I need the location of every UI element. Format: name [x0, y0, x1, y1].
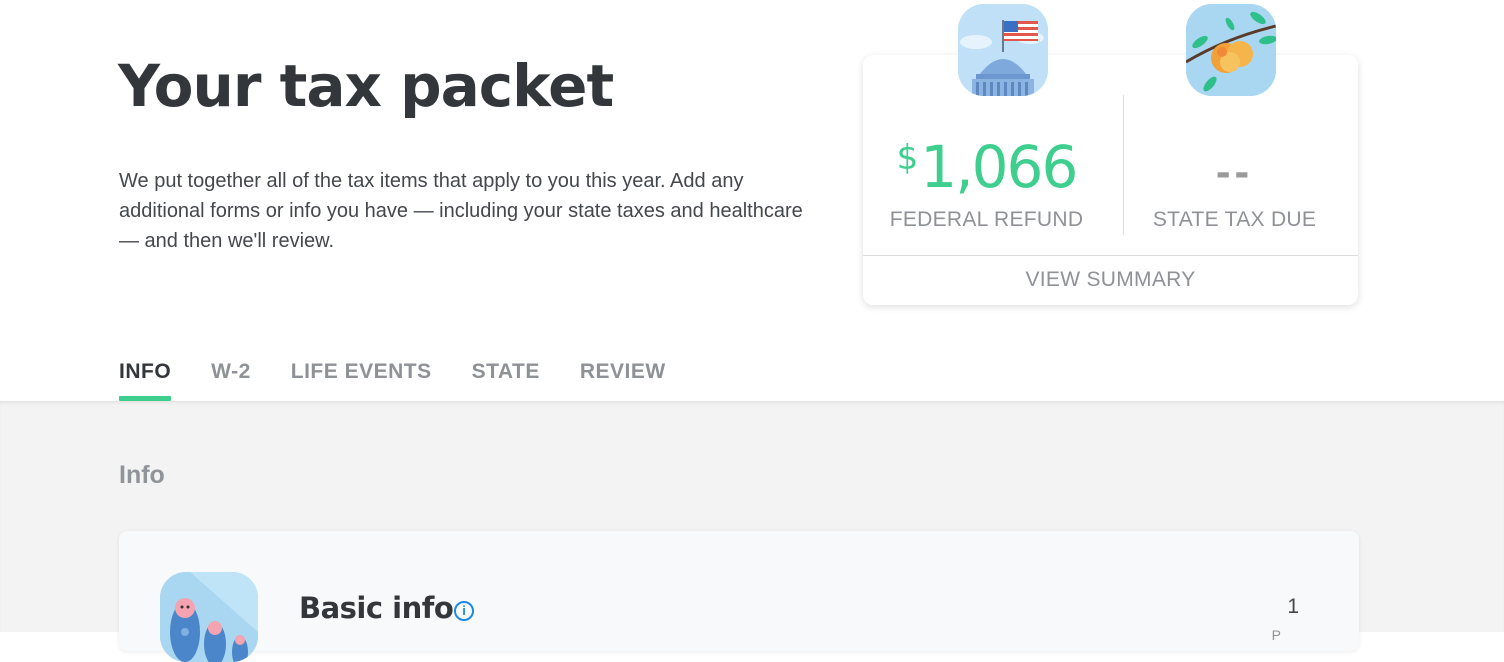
tab-state[interactable]: STATE [472, 360, 540, 401]
basic-info-count-label: P [1271, 627, 1281, 643]
section-tabs: INFO W-2 LIFE EVENTS STATE REVIEW [119, 360, 666, 401]
info-circle-icon[interactable]: i [454, 601, 474, 621]
tab-review[interactable]: REVIEW [580, 360, 666, 401]
tab-w2[interactable]: W-2 [211, 360, 251, 401]
basic-info-card[interactable]: Basic info i 1 P [119, 531, 1359, 662]
view-summary-button[interactable]: VIEW SUMMARY [863, 256, 1358, 305]
state-tax-amount: -- [1215, 147, 1254, 196]
tab-info[interactable]: INFO [119, 360, 172, 401]
federal-refund-value: 1,066 [920, 133, 1078, 201]
state-tax-label: STATE TAX DUE [1152, 208, 1317, 231]
refund-summary-card: $1,066 FEDERAL REFUND -- STATE TAX DUE V… [863, 55, 1358, 305]
basic-info-title: Basic info [299, 591, 454, 625]
federal-refund-label: FEDERAL REFUND [889, 208, 1084, 231]
basic-info-count: 1 [1287, 595, 1299, 618]
currency-symbol: $ [896, 138, 919, 178]
capitol-flag-icon [958, 4, 1048, 96]
content-panel: Info Basic info i 1 P [0, 401, 1504, 662]
page-title: Your tax packet [118, 52, 614, 120]
header-area: Your tax packet We put together all of t… [0, 0, 1504, 401]
tab-life-events[interactable]: LIFE EVENTS [291, 360, 432, 401]
federal-refund-amount: $1,066 [863, 133, 1110, 201]
nesting-dolls-icon [160, 572, 258, 662]
intro-text: We put together all of the tax items tha… [119, 170, 803, 252]
peach-branch-icon [1186, 4, 1276, 96]
section-title: Info [119, 461, 165, 489]
